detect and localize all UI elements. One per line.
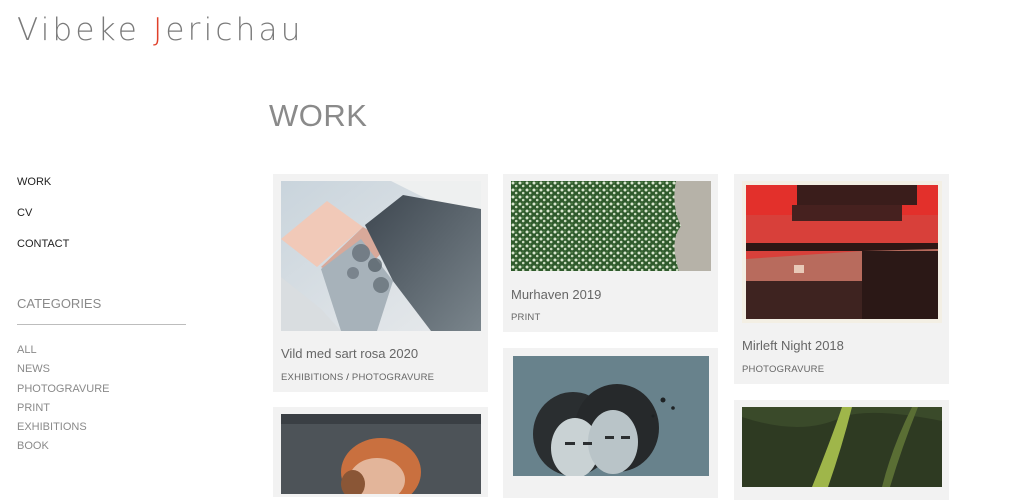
category-exhibitions[interactable]: EXHIBITIONS (17, 421, 110, 440)
category-all[interactable]: ALL (17, 344, 110, 363)
work-tags: PRINT (511, 312, 541, 323)
work-card-mirleft-night[interactable]: Mirleft Night 2018 PHOTOGRAVURE (734, 174, 949, 384)
work-card-murhaven[interactable]: Murhaven 2019 PRINT (503, 174, 718, 332)
categories-divider (17, 324, 186, 325)
work-image-vild-med-sart-rosa[interactable] (281, 181, 481, 331)
work-tag-separator: / (343, 372, 352, 383)
main-nav: WORK CV CONTACT (17, 176, 69, 269)
work-title[interactable]: Vild med sart rosa 2020 (281, 346, 418, 361)
category-news[interactable]: NEWS (17, 363, 110, 382)
page-title: WORK (269, 98, 368, 133)
work-image-green-abstract[interactable] (742, 407, 942, 487)
work-tag-photogravure[interactable]: PHOTOGRAVURE (742, 364, 824, 375)
site-title-first: Vibeke (17, 12, 154, 48)
work-image-portrait-red-hair[interactable] (281, 414, 481, 494)
work-card-column1-second[interactable] (273, 407, 488, 497)
work-tag-photogravure[interactable]: PHOTOGRAVURE (352, 372, 434, 383)
category-list: ALL NEWS PHOTOGRAVURE PRINT EXHIBITIONS … (17, 344, 110, 460)
work-image-mirleft-night[interactable] (742, 181, 942, 323)
work-card-vild-med-sart-rosa[interactable]: Vild med sart rosa 2020 EXHIBITIONS / PH… (273, 174, 488, 392)
category-book[interactable]: BOOK (17, 440, 110, 459)
work-card-column2-second[interactable] (503, 348, 718, 498)
work-image-murhaven[interactable] (511, 181, 711, 271)
work-image-double-portrait[interactable] (513, 356, 709, 476)
work-tag-print[interactable]: PRINT (511, 312, 541, 323)
site-title-accent-letter: J (153, 12, 166, 48)
nav-item-cv[interactable]: CV (17, 207, 69, 238)
work-tags: EXHIBITIONS / PHOTOGRAVURE (281, 372, 434, 383)
site-title-rest: erichau (165, 12, 304, 48)
category-photogravure[interactable]: PHOTOGRAVURE (17, 383, 110, 402)
work-tags: PHOTOGRAVURE (742, 364, 824, 375)
work-tag-exhibitions[interactable]: EXHIBITIONS (281, 372, 343, 383)
work-title[interactable]: Mirleft Night 2018 (742, 338, 844, 353)
work-card-column3-second[interactable] (734, 400, 949, 500)
category-print[interactable]: PRINT (17, 402, 110, 421)
work-title[interactable]: Murhaven 2019 (511, 287, 601, 302)
nav-item-work[interactable]: WORK (17, 176, 69, 207)
nav-item-contact[interactable]: CONTACT (17, 238, 69, 269)
site-title[interactable]: Vibeke Jerichau (17, 12, 304, 48)
categories-heading: CATEGORIES (17, 296, 102, 311)
